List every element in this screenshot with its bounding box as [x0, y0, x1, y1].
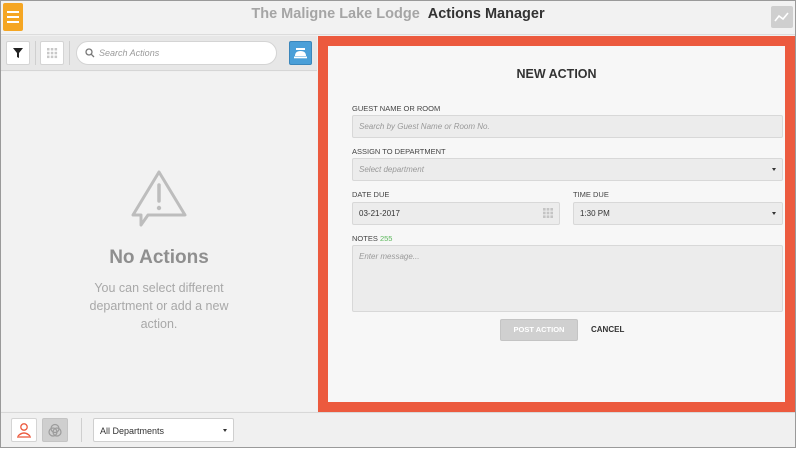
page-title: The Maligne Lake Lodge Actions Manager: [1, 6, 795, 22]
date-due-label: DATE DUE: [352, 190, 390, 199]
department-label: ASSIGN TO DEPARTMENT: [352, 147, 446, 156]
filter-button[interactable]: [6, 41, 30, 65]
app-window: The Maligne Lake Lodge Actions Manager S…: [0, 0, 796, 448]
bottom-bar: All Departments: [1, 412, 795, 447]
chevron-down-icon: [772, 212, 776, 215]
empty-state-message: You can select different department or a…: [89, 281, 229, 331]
date-due-field[interactable]: 03-21-2017: [352, 202, 560, 225]
grid-view-icon: [47, 48, 58, 59]
search-bar: [76, 41, 277, 65]
user-icon: [17, 423, 31, 438]
calendar-icon[interactable]: [543, 208, 553, 218]
guest-search-input[interactable]: [353, 116, 782, 137]
new-action-button[interactable]: [289, 41, 312, 65]
form-title: NEW ACTION: [516, 67, 597, 81]
chevron-down-icon: [223, 429, 227, 432]
concierge-bell-icon: [294, 48, 307, 59]
team-circles-icon: [48, 423, 62, 437]
notes-label: NOTES 255: [352, 234, 392, 243]
my-actions-button[interactable]: [11, 418, 37, 442]
department-filter-value: All Departments: [100, 426, 165, 436]
footer-divider: [81, 418, 82, 442]
notes-field: [352, 245, 783, 312]
grid-view-button[interactable]: [40, 41, 64, 65]
time-due-label: TIME DUE: [573, 190, 609, 199]
notes-label-text: NOTES: [352, 234, 378, 243]
empty-state-title: No Actions: [109, 247, 209, 268]
new-action-panel: NEW ACTION GUEST NAME OR ROOM ASSIGN TO …: [318, 36, 795, 412]
search-icon: [85, 48, 95, 58]
department-filter-select[interactable]: All Departments: [93, 418, 234, 442]
top-bar: The Maligne Lake Lodge Actions Manager: [1, 1, 795, 35]
warning-speech-bubble-icon: [131, 170, 187, 227]
actions-toolbar: [1, 36, 317, 71]
department-select-value: Select department: [359, 165, 424, 174]
team-actions-button[interactable]: [42, 418, 68, 442]
search-input[interactable]: [99, 42, 269, 64]
department-select[interactable]: Select department: [352, 158, 783, 181]
notes-textarea[interactable]: [353, 246, 782, 311]
time-due-select[interactable]: 1:30 PM: [573, 202, 783, 225]
cancel-button[interactable]: CANCEL: [591, 319, 624, 341]
chevron-down-icon: [772, 168, 776, 171]
guest-field: [352, 115, 783, 138]
notes-char-count: 255: [379, 234, 393, 243]
post-action-button[interactable]: POST ACTION: [500, 319, 578, 341]
guest-label: GUEST NAME OR ROOM: [352, 104, 441, 113]
hotel-name: The Maligne Lake Lodge: [251, 6, 420, 22]
trend-chart-icon[interactable]: [771, 6, 793, 28]
actions-list-empty: No Actions You can select different depa…: [1, 72, 317, 411]
toolbar-divider: [69, 41, 70, 65]
date-due-value: 03-21-2017: [359, 209, 400, 218]
app-title: Actions Manager: [427, 6, 545, 22]
time-due-value: 1:30 PM: [580, 209, 610, 218]
new-action-form: NEW ACTION GUEST NAME OR ROOM ASSIGN TO …: [328, 46, 785, 402]
toolbar-divider: [35, 41, 36, 65]
filter-funnel-icon: [13, 48, 23, 58]
